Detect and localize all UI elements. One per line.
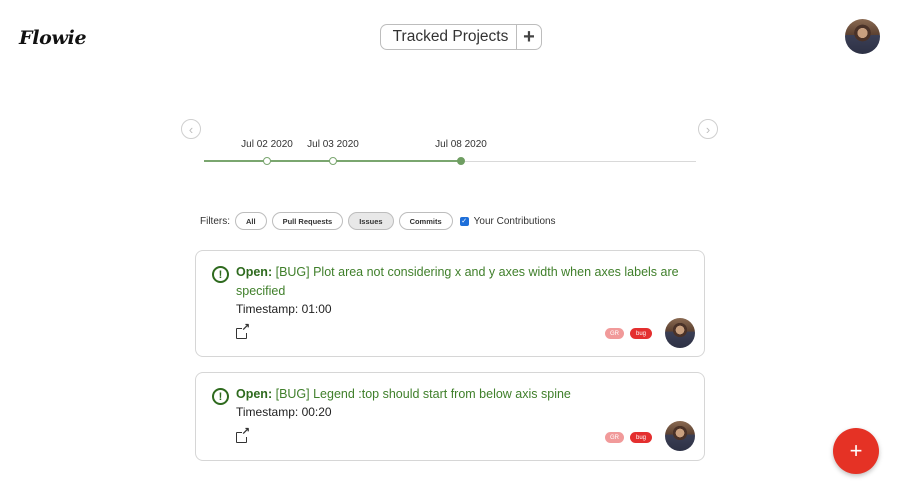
issue-status: Open: [236, 265, 273, 279]
filter-commits-chip[interactable]: Commits [398, 212, 453, 230]
user-avatar[interactable] [845, 19, 880, 54]
bug-label-tag: bug [630, 328, 652, 339]
timeline-point[interactable] [329, 157, 337, 165]
issue-status: Open: [236, 387, 273, 401]
filter-pull-requests-chip[interactable]: Pull Requests [271, 212, 344, 230]
timeline-next-button[interactable]: › [698, 119, 718, 139]
filters-label: Filters: [200, 215, 230, 227]
repo-tag: GR [605, 328, 624, 339]
issue-timestamp: Timestamp: 01:00 [236, 302, 332, 316]
chevron-right-icon: › [705, 121, 711, 137]
add-project-button[interactable]: + [516, 25, 541, 49]
alert-circle-icon: ! [212, 388, 229, 405]
external-link-icon[interactable] [236, 323, 250, 339]
add-fab-button[interactable]: + [833, 428, 879, 474]
your-contributions-label: Your Contributions [473, 215, 556, 227]
issue-card: ! Open: [BUG] Plot area not considering … [195, 250, 705, 357]
timeline-point[interactable] [263, 157, 271, 165]
filter-all-chip[interactable]: All [235, 212, 267, 230]
issue-title: Open: [BUG] Plot area not considering x … [236, 263, 686, 301]
issue-title-text: [BUG] Legend :top should start from belo… [275, 387, 571, 401]
timeline-prev-button[interactable]: ‹ [181, 119, 201, 139]
tracked-projects-control: Tracked Projects + [380, 24, 542, 50]
timeline-point-active[interactable] [457, 157, 465, 165]
issue-title: Open: [BUG] Legend :top should start fro… [236, 385, 686, 404]
timeline: Jul 02 2020 Jul 03 2020 Jul 08 2020 [204, 130, 696, 170]
filters-bar: Filters: All Pull Requests Issues Commit… [200, 212, 556, 230]
timeline-date: Jul 08 2020 [435, 139, 487, 150]
issue-timestamp: Timestamp: 00:20 [236, 405, 332, 419]
issue-author-avatar [665, 421, 695, 451]
external-link-icon[interactable] [236, 427, 250, 443]
timeline-date: Jul 02 2020 [241, 139, 293, 150]
chevron-left-icon: ‹ [188, 121, 194, 137]
timeline-date: Jul 03 2020 [307, 139, 359, 150]
bug-label-tag: bug [630, 432, 652, 443]
issue-author-avatar [665, 318, 695, 348]
repo-tag: GR [605, 432, 624, 443]
issue-title-text: [BUG] Plot area not considering x and y … [236, 265, 679, 298]
issue-card: ! Open: [BUG] Legend :top should start f… [195, 372, 705, 461]
app-logo[interactable]: Flowie [19, 27, 87, 49]
tracked-projects-button[interactable]: Tracked Projects [381, 28, 516, 46]
alert-circle-icon: ! [212, 266, 229, 283]
filter-issues-chip[interactable]: Issues [348, 212, 394, 230]
your-contributions-checkbox[interactable]: ✓ [459, 216, 469, 226]
